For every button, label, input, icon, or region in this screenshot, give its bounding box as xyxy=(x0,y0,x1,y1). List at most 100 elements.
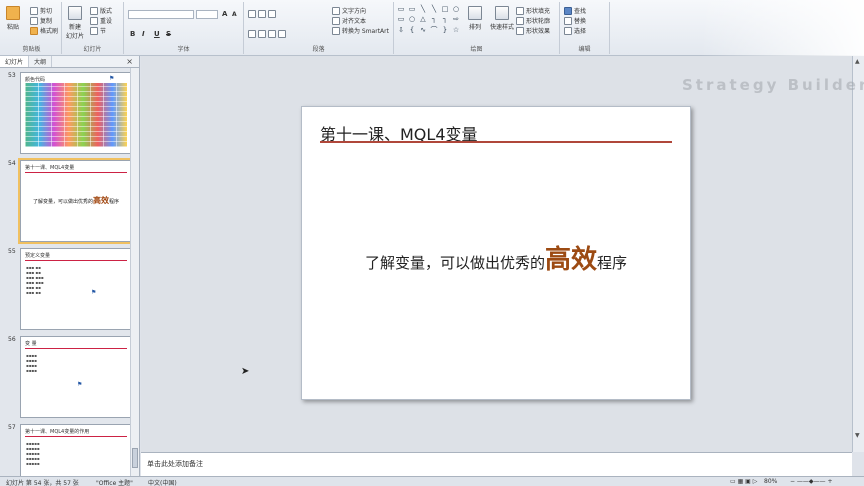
rectangle-icon[interactable]: ▭ xyxy=(396,5,406,14)
text-direction-button[interactable]: 文字方向 xyxy=(332,6,366,15)
tab-slides[interactable]: 幻灯片 xyxy=(0,56,30,67)
shape-fill-button[interactable]: 形状填充 xyxy=(516,6,550,15)
align-right-icon xyxy=(268,30,276,38)
find-button[interactable]: 查找 xyxy=(564,6,586,15)
indent-icon xyxy=(268,10,276,18)
reset-button[interactable]: 重设 xyxy=(90,16,112,25)
quick-styles-button[interactable]: 快速样式 xyxy=(490,6,514,31)
paragraph-group: 文字方向 对齐文本 转换为 SmartArt 段落 xyxy=(244,2,394,54)
font-size-combo[interactable] xyxy=(196,10,218,19)
grow-font-button[interactable]: A xyxy=(222,10,227,18)
curve-icon[interactable]: ∿ xyxy=(418,26,428,35)
drawing-group: ▭ ▭ ╲ ╲ □ ○ ▭ ○ △ ┐ ┐ ⇨ ⇩{∿ ⌒} ☆ 排列 快速样式 形状填充 形状轮廓 形… xyxy=(394,2,560,54)
select-button[interactable]: 选择 xyxy=(564,26,586,35)
scroll-up-icon[interactable]: ▲ xyxy=(855,58,860,65)
bullets-button[interactable] xyxy=(248,10,276,18)
paste-button[interactable]: 粘贴 xyxy=(6,6,20,31)
view-buttons[interactable]: ▭ ▦ ▣ ▷ xyxy=(730,478,757,485)
font-name-combo[interactable] xyxy=(128,10,194,19)
smartart-button[interactable]: 转换为 SmartArt xyxy=(332,26,389,35)
arrow-icon[interactable]: ⇨ xyxy=(451,15,461,24)
slide-thumbnail[interactable]: 变 量 ▪▪▪▪ ▪▪▪▪ ▪▪▪▪ ▪▪▪▪ ⚑ xyxy=(20,336,132,418)
copy-button[interactable]: 复制 xyxy=(30,16,52,25)
shape-outline-button[interactable]: 形状轮廓 xyxy=(516,16,550,25)
current-slide[interactable]: 第十一课、MQL4变量 了解变量，可以做出优秀的高效程序 xyxy=(301,106,691,400)
notes-placeholder: 单击此处添加备注 xyxy=(147,460,203,468)
rectangle-icon[interactable]: ▭ xyxy=(396,15,406,24)
new-slide-button[interactable]: 新建 幻灯片 xyxy=(66,6,84,40)
thumbnail-scrollbar[interactable] xyxy=(130,68,139,476)
slides-group: 新建 幻灯片 版式 重设 节 幻灯片 xyxy=(62,2,124,54)
replace-button[interactable]: 替换 xyxy=(564,16,586,25)
thumb-list-lines: ▪▪▪▪ ▪▪▪▪ ▪▪▪▪ ▪▪▪▪ xyxy=(26,353,37,373)
elbow-icon[interactable]: ┐ xyxy=(429,15,439,24)
arrow-icon[interactable]: ⇩ xyxy=(396,26,406,35)
brace-icon[interactable]: } xyxy=(440,26,450,35)
triangle-icon[interactable]: △ xyxy=(418,15,428,24)
slide-thumbnail[interactable]: 颜色代码 ⚑ xyxy=(20,72,132,154)
close-icon[interactable]: × xyxy=(126,57,133,66)
elbow-icon[interactable]: ┐ xyxy=(440,15,450,24)
thumb-body: 了解变量，可以做出优秀的高效程序 xyxy=(32,196,120,205)
powerpoint-window: 粘贴 剪切 复制 格式刷 剪贴板 新建 幻灯片 版式 重设 节 幻灯片 A A … xyxy=(0,0,864,486)
align-left-icon xyxy=(248,30,256,38)
line-icon[interactable]: ╲ xyxy=(429,5,439,14)
brace-icon[interactable]: { xyxy=(407,26,417,35)
star-icon[interactable]: ☆ xyxy=(451,26,461,35)
layout-button[interactable]: 版式 xyxy=(90,6,112,15)
italic-button[interactable]: I xyxy=(142,30,145,38)
mouse-pointer-icon: ➤ xyxy=(241,366,250,377)
slide-thumbnail-selected[interactable]: 第十一课、MQL4变量 了解变量，可以做出优秀的高效程序 xyxy=(18,158,134,244)
slide-thumbnail-row[interactable]: 57 第十一课、MQL4变量的作用 ▪▪▪▪▪ ▪▪▪▪▪ ▪▪▪▪▪ ▪▪▪▪▪ ▪▪… xyxy=(6,424,130,476)
scrollbar-thumb[interactable] xyxy=(132,448,138,468)
editing-group: 查找 替换 选择 编辑 xyxy=(560,2,610,54)
paint-bucket-icon xyxy=(516,6,524,15)
slide-number: 54 xyxy=(8,160,16,167)
circle-icon[interactable]: ○ xyxy=(407,15,417,24)
color-table-image xyxy=(25,83,127,147)
square-icon[interactable]: □ xyxy=(440,5,450,14)
line-icon[interactable]: ╲ xyxy=(418,5,428,14)
scroll-down-icon[interactable]: ▼ xyxy=(855,432,860,439)
shrink-font-button[interactable]: A xyxy=(232,11,237,18)
rectangle-icon[interactable]: ▭ xyxy=(407,5,417,14)
copy-icon xyxy=(30,16,38,25)
arrange-icon xyxy=(468,6,482,20)
thumb-title-rule xyxy=(25,436,127,437)
tab-outline[interactable]: 大纲 xyxy=(29,56,53,67)
format-painter-button[interactable]: 格式刷 xyxy=(30,26,58,35)
slide-thumbnail-row[interactable]: 56 变 量 ▪▪▪▪ ▪▪▪▪ ▪▪▪▪ ▪▪▪▪ ⚑ xyxy=(6,336,132,420)
curve-icon[interactable]: ⌒ xyxy=(429,26,439,35)
slide-thumbnail-row[interactable]: 55 预定义变量 ▪▪▪ ▪▪ ▪▪▪ ▪▪ ▪▪▪ ▪▪▪ ▪▪▪ ▪▪▪ ▪▪▪ ▪… xyxy=(6,248,132,332)
arrange-button[interactable]: 排列 xyxy=(468,6,482,31)
editor-scrollbar[interactable]: ▲ ▼ xyxy=(852,56,864,452)
section-button[interactable]: 节 xyxy=(90,26,106,35)
notes-pane[interactable]: 单击此处添加备注 xyxy=(141,452,852,476)
slide-thumbnail[interactable]: 预定义变量 ▪▪▪ ▪▪ ▪▪▪ ▪▪ ▪▪▪ ▪▪▪ ▪▪▪ ▪▪▪ ▪▪▪ ▪▪ ▪▪… xyxy=(20,248,132,330)
bold-button[interactable]: B xyxy=(130,30,135,38)
slide-body-text[interactable]: 了解变量，可以做出优秀的高效程序 xyxy=(302,239,690,276)
shape-effects-button[interactable]: 形状效果 xyxy=(516,26,550,35)
effects-icon xyxy=(516,26,524,35)
align-text-button[interactable]: 对齐文本 xyxy=(332,16,366,25)
align-buttons[interactable] xyxy=(248,30,286,38)
zoom-slider[interactable]: − ——◆—— + xyxy=(790,478,832,485)
strikethrough-button[interactable]: S xyxy=(166,30,171,38)
bullets-icon xyxy=(248,10,256,18)
zoom-level[interactable]: 80% xyxy=(764,478,777,485)
cut-button[interactable]: 剪切 xyxy=(30,6,52,15)
underline-button[interactable]: U xyxy=(154,30,160,38)
thumb-title: 变 量 xyxy=(25,341,37,347)
slide-number: 57 xyxy=(8,424,16,431)
select-icon xyxy=(564,26,572,35)
slide-thumbnail[interactable]: 第十一课、MQL4变量的作用 ▪▪▪▪▪ ▪▪▪▪▪ ▪▪▪▪▪ ▪▪▪▪▪ ▪▪▪▪▪ xyxy=(20,424,130,476)
theme-name: "Office 主题" xyxy=(96,480,133,486)
brush-icon xyxy=(30,26,38,35)
align-text-icon xyxy=(332,16,340,25)
shapes-gallery[interactable]: ▭ ▭ ╲ ╲ □ ○ ▭ ○ △ ┐ ┐ ⇨ ⇩{∿ ⌒} ☆ xyxy=(396,5,461,35)
language-indicator[interactable]: 中文(中国) xyxy=(148,478,177,486)
oval-icon[interactable]: ○ xyxy=(451,5,461,14)
slide-thumbnail-row[interactable]: 54 第十一课、MQL4变量 了解变量，可以做出优秀的高效程序 xyxy=(6,158,134,244)
slide-thumbnail-row[interactable]: 53 颜色代码 ⚑ xyxy=(6,72,132,156)
quick-styles-icon xyxy=(495,6,509,20)
